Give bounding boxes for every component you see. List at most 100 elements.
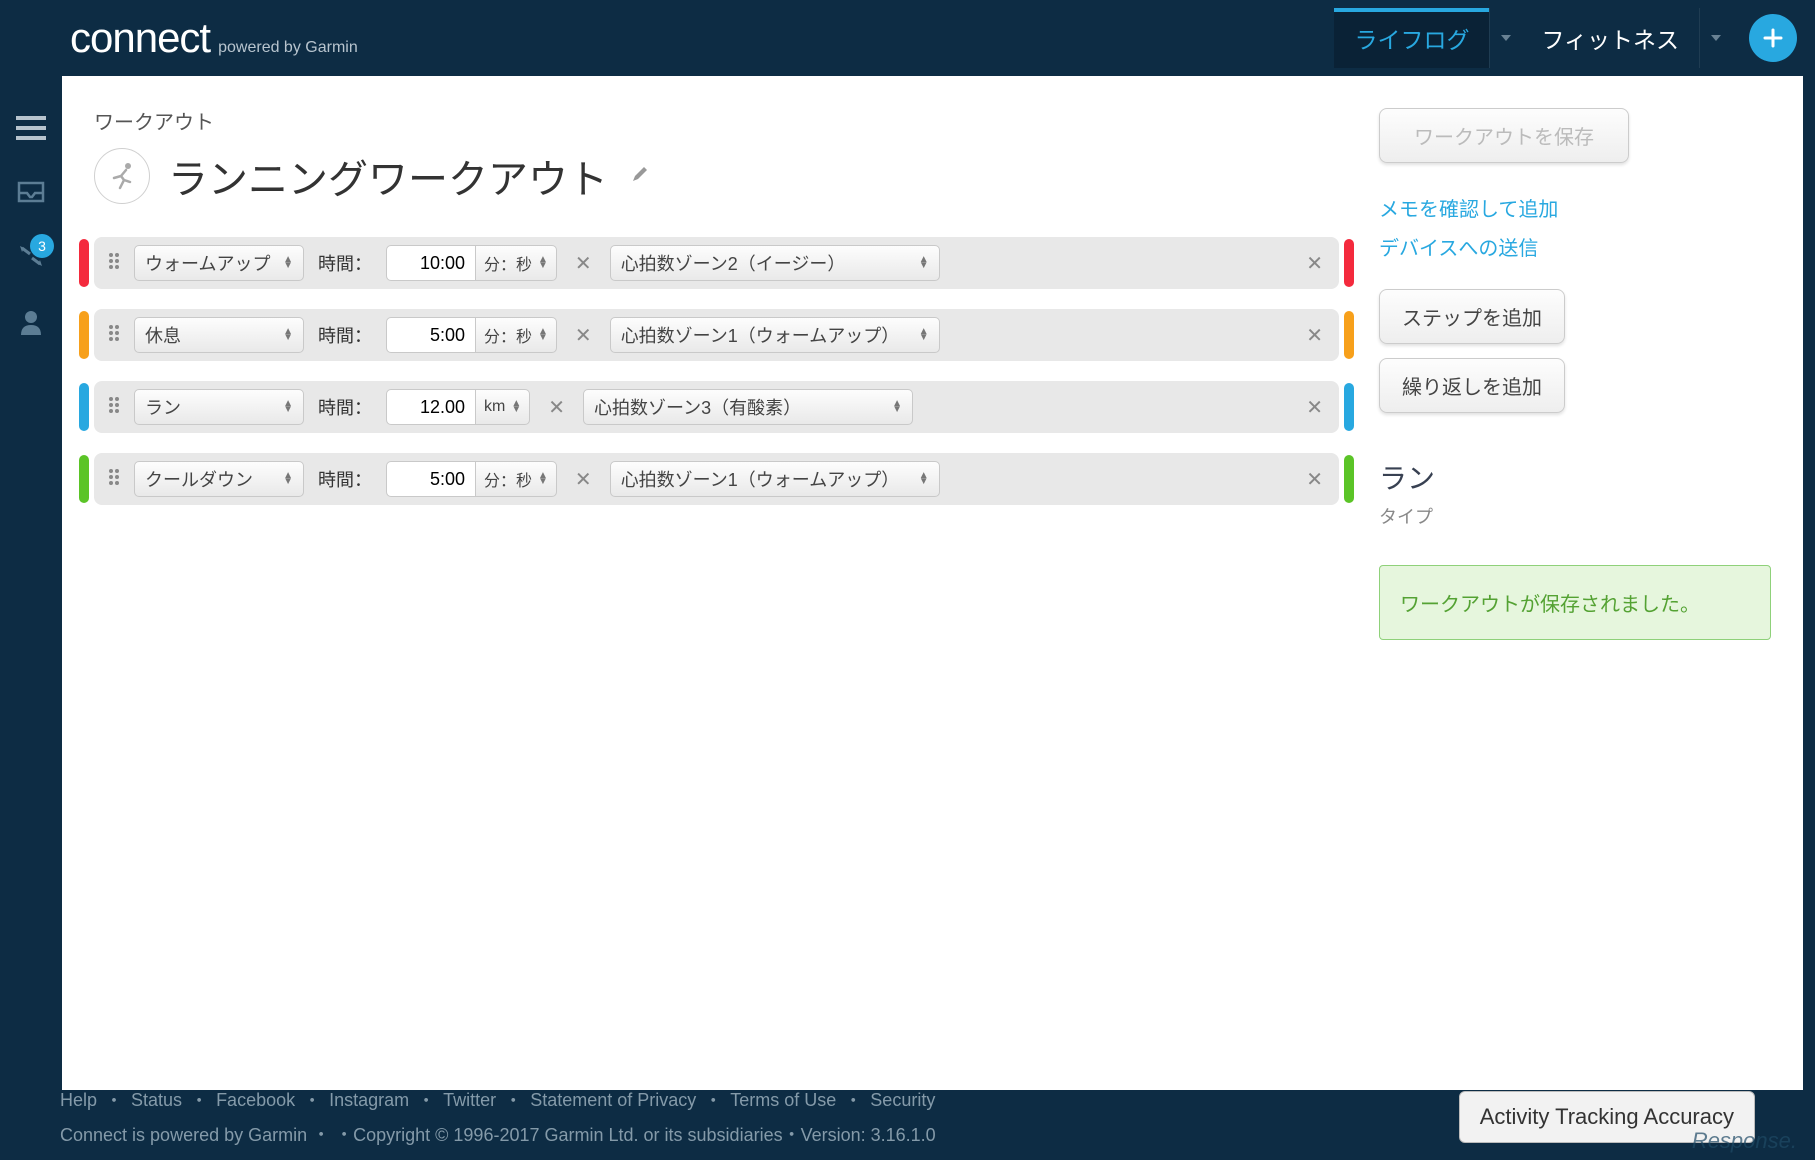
step-unit-select[interactable]: 分：秒▲▼ [476,461,557,497]
time-label: 時間： [318,394,372,420]
sidebar-right: ワークアウトを保存 メモを確認して追加 デバイスへの送信 ステップを追加 繰り返… [1379,106,1771,1060]
duration-group: 分：秒▲▼ [386,461,557,497]
step-type-value: 休息 [145,322,181,348]
step-unit-value: 分：秒 [484,467,532,491]
footer-link[interactable]: Twitter [443,1090,496,1111]
footer-link[interactable]: Help [60,1090,97,1111]
tab-label: ライフログ [1354,21,1469,55]
step-color-left [79,455,89,503]
section-title: ラン [1379,457,1771,497]
clear-duration-button[interactable]: ✕ [571,323,596,348]
watermark: Response. [1692,1128,1797,1154]
inbox-icon[interactable] [17,181,45,208]
link-add-note[interactable]: メモを確認して追加 [1379,193,1771,222]
running-icon [94,148,150,204]
step-type-select[interactable]: ウォームアップ▲▼ [134,245,304,281]
footer-link[interactable]: Security [870,1090,935,1111]
workout-step: クールダウン▲▼ 時間： 分：秒▲▼ ✕ 心拍数ゾーン1（ウォームアップ）▲▼ … [94,453,1339,505]
step-type-select[interactable]: 休息▲▼ [134,317,304,353]
step-zone-select[interactable]: 心拍数ゾーン1（ウォームアップ）▲▼ [610,461,940,497]
header: connect powered by Garmin ライフログ フィットネス [0,0,1815,76]
footer-link[interactable]: Terms of Use [730,1090,836,1111]
link-send-device[interactable]: デバイスへの送信 [1379,232,1771,261]
step-zone-select[interactable]: 心拍数ゾーン2（イージー）▲▼ [610,245,940,281]
page-title: ランニングワークアウト [168,147,608,205]
drag-handle-icon[interactable] [108,252,120,275]
delete-step-button[interactable]: ✕ [1302,251,1327,276]
time-label: 時間： [318,322,372,348]
step-unit-select[interactable]: 分：秒▲▼ [476,245,557,281]
pencil-icon [630,164,650,184]
notification-badge: 3 [30,234,54,258]
step-zone-value: 心拍数ゾーン2（イージー） [621,250,846,276]
delete-step-button[interactable]: ✕ [1302,467,1327,492]
logo-subtitle: powered by Garmin [218,39,358,57]
workout-step: 休息▲▼ 時間： 分：秒▲▼ ✕ 心拍数ゾーン1（ウォームアップ）▲▼ ✕ [94,309,1339,361]
footer-link[interactable]: Status [131,1090,182,1111]
step-type-value: クールダウン [145,466,253,492]
duration-group: 分：秒▲▼ [386,245,557,281]
drag-handle-icon[interactable] [108,468,120,491]
logo-text: connect [70,14,210,62]
step-unit-value: 分：秒 [484,251,532,275]
step-value-input[interactable] [386,461,476,497]
clear-duration-button[interactable]: ✕ [571,251,596,276]
workout-editor: ワークアウト ランニングワークアウト ウォームアップ▲▼ 時間： 分：秒▲▼ ✕ [94,106,1339,1060]
footer-link[interactable]: Facebook [216,1090,295,1111]
add-repeat-button[interactable]: 繰り返しを追加 [1379,358,1565,413]
footer-link[interactable]: Statement of Privacy [530,1090,696,1111]
step-zone-value: 心拍数ゾーン3（有酸素） [594,394,801,420]
step-color-left [79,239,89,287]
add-step-button[interactable]: ステップを追加 [1379,289,1565,344]
step-color-left [79,383,89,431]
step-unit-value: km [484,398,505,416]
footer-copyright: Connect is powered by Garmin ・ ・Copyrigh… [60,1121,936,1147]
step-value-input[interactable] [386,389,476,425]
separator: ・ [504,1087,522,1113]
step-unit-select[interactable]: 分：秒▲▼ [476,317,557,353]
edit-title-button[interactable] [630,164,650,189]
step-zone-select[interactable]: 心拍数ゾーン1（ウォームアップ）▲▼ [610,317,940,353]
menu-icon[interactable] [16,116,46,145]
drag-handle-icon[interactable] [108,324,120,347]
workout-step: ウォームアップ▲▼ 時間： 分：秒▲▼ ✕ 心拍数ゾーン2（イージー）▲▼ ✕ [94,237,1339,289]
separator: ・ [303,1087,321,1113]
tab-lifelog[interactable]: ライフログ [1334,8,1489,68]
add-button[interactable] [1749,14,1797,62]
step-color-right [1344,383,1354,431]
save-workout-button[interactable]: ワークアウトを保存 [1379,108,1629,163]
step-zone-value: 心拍数ゾーン1（ウォームアップ） [621,322,900,348]
clear-duration-button[interactable]: ✕ [544,395,569,420]
separator: ・ [844,1087,862,1113]
side-rail: 3 [0,76,62,1160]
workout-step: ラン▲▼ 時間： km▲▼ ✕ 心拍数ゾーン3（有酸素）▲▼ ✕ [94,381,1339,433]
step-value-input[interactable] [386,245,476,281]
separator: ・ [704,1087,722,1113]
step-value-input[interactable] [386,317,476,353]
delete-step-button[interactable]: ✕ [1302,395,1327,420]
user-icon[interactable] [19,309,43,340]
tab-label: フィットネス [1541,21,1679,55]
step-unit-select[interactable]: km▲▼ [476,389,530,425]
footer-link[interactable]: Instagram [329,1090,409,1111]
tab-lifelog-caret[interactable] [1489,8,1521,68]
delete-step-button[interactable]: ✕ [1302,323,1327,348]
step-zone-select[interactable]: 心拍数ゾーン3（有酸素）▲▼ [583,389,913,425]
step-color-right [1344,239,1354,287]
separator: ・ [105,1087,123,1113]
separator: ・ [190,1087,208,1113]
separator: ・ [417,1087,435,1113]
step-type-value: ラン [145,394,181,420]
success-message: ワークアウトが保存されました。 [1379,565,1771,640]
breadcrumb: ワークアウト [94,106,1339,135]
step-type-select[interactable]: クールダウン▲▼ [134,461,304,497]
sync-icon[interactable]: 3 [18,244,44,273]
step-type-select[interactable]: ラン▲▼ [134,389,304,425]
header-tabs: ライフログ フィットネス [1334,8,1815,68]
main-content: ワークアウト ランニングワークアウト ウォームアップ▲▼ 時間： 分：秒▲▼ ✕ [62,76,1803,1090]
clear-duration-button[interactable]: ✕ [571,467,596,492]
tab-fitness[interactable]: フィットネス [1521,8,1699,68]
footer: Help ・ Status ・ Facebook ・ Instagram ・ Twitter ・ S… [0,1074,1815,1160]
drag-handle-icon[interactable] [108,396,120,419]
tab-fitness-caret[interactable] [1699,8,1731,68]
